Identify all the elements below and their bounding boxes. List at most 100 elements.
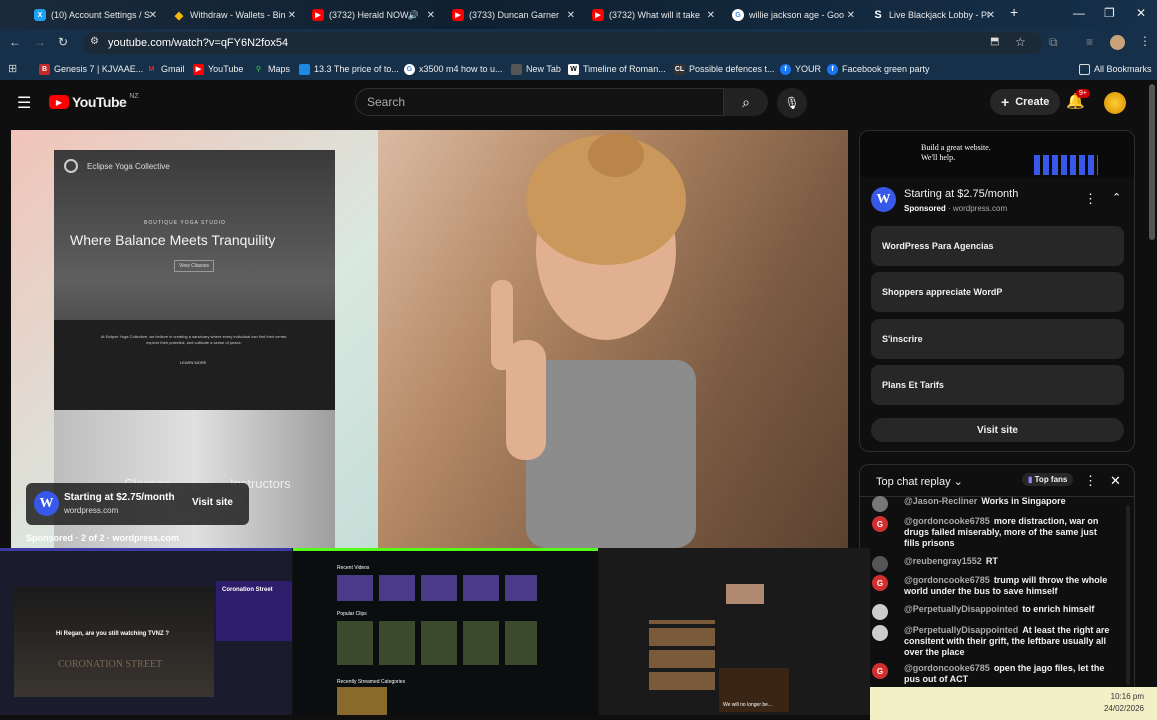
close-icon[interactable]: ✕: [567, 10, 575, 21]
tab-title: (10) Account Settings / S: [51, 10, 151, 20]
collapse-icon[interactable]: ⌃: [1112, 191, 1121, 204]
close-icon[interactable]: ✕: [427, 10, 435, 21]
bookmark-star-icon[interactable]: ☆: [1015, 35, 1026, 49]
ad-banner[interactable]: Build a great website. We'll help.: [860, 131, 1134, 177]
chat-message-body: @Jason-Recliner Works in Singapore: [904, 496, 1112, 507]
bookmark-label: YOUR: [795, 64, 822, 74]
reload-icon[interactable]: ↻: [58, 35, 68, 49]
chat-close-icon[interactable]: ✕: [1110, 473, 1121, 489]
yoga-blurb: At Eclipse Yoga Collective, we believe i…: [100, 334, 288, 345]
avatar[interactable]: [1104, 92, 1126, 114]
close-icon[interactable]: ✕: [149, 10, 157, 21]
visit-site-button[interactable]: Visit site: [871, 418, 1124, 442]
bookmark-newtab[interactable]: New Tab: [511, 62, 561, 76]
chat-message-body: @PerpetuallyDisappointed At least the rig…: [904, 625, 1112, 658]
bookmark-price[interactable]: 13.3 The price of to...: [299, 62, 399, 76]
yoga-cta: View Classes: [174, 260, 214, 272]
chat-author[interactable]: @gordoncooke6785: [904, 516, 990, 526]
video-player[interactable]: Eclipse Yoga Collective BOUTIQUE YOGA ST…: [11, 130, 848, 548]
hamburger-menu-icon[interactable]: ☰: [17, 93, 31, 113]
create-button[interactable]: + Create: [990, 89, 1061, 115]
address-bar[interactable]: ⚙ youtube.com/watch?v=qFY6N2fox54 ⬒ ☆: [83, 32, 1043, 54]
chat-header: Top chat replay ⌄ ▮ Top fans ⋮ ✕: [860, 465, 1134, 497]
ad-link-3[interactable]: Plans Et Tarifs: [871, 365, 1124, 405]
thumbnail-window-tvnz[interactable]: Hi Regan, are you still watching TVNZ ? …: [0, 548, 292, 715]
top-fans-label: Top fans: [1034, 475, 1068, 484]
profile-avatar[interactable]: [1110, 35, 1125, 50]
search-input[interactable]: Search: [355, 88, 724, 116]
tab-2[interactable]: ▶ (3732) Herald NOW 🔊 ✕: [306, 3, 439, 27]
chat-author[interactable]: @gordoncooke6785: [904, 575, 990, 585]
tab-4[interactable]: ▶ (3732) What will it take ✕: [586, 3, 719, 27]
visit-site-button[interactable]: Visit site: [182, 492, 243, 513]
close-icon[interactable]: ✕: [987, 10, 995, 21]
chat-author[interactable]: @reubengray1552: [904, 556, 982, 566]
chat-scrollbar[interactable]: [1126, 505, 1130, 685]
folder-icon: [1079, 63, 1090, 75]
bookmark-youtube[interactable]: ▶ YouTube: [193, 62, 243, 76]
minimize-icon[interactable]: —: [1073, 6, 1085, 20]
avatar: G: [872, 516, 888, 532]
restore-icon[interactable]: ❐: [1104, 6, 1115, 20]
bookmark-x3500[interactable]: Gx3500 m4 how to u...: [404, 62, 503, 76]
install-icon[interactable]: ⬒: [990, 36, 999, 47]
tab-3[interactable]: ▶ (3733) Duncan Garner ✕: [446, 3, 579, 27]
ad-link-1[interactable]: Shoppers appreciate WordP: [871, 272, 1124, 312]
taskbar-thumbnail-strip: Hi Regan, are you still watching TVNZ ? …: [0, 548, 870, 715]
window-close-icon[interactable]: ✕: [1136, 6, 1146, 20]
ad-link-2[interactable]: S'inscrire: [871, 319, 1124, 359]
notification-count: 9+: [1076, 89, 1090, 98]
ad-link-0[interactable]: WordPress Para Agencias: [871, 226, 1124, 266]
extensions-icon[interactable]: ⧉: [1049, 35, 1058, 50]
bookmark-gmail[interactable]: M Gmail: [146, 62, 185, 76]
presenter-image: [491, 133, 696, 548]
search-button[interactable]: ⌕: [724, 88, 768, 116]
back-icon[interactable]: ←: [9, 35, 21, 49]
media-icon[interactable]: ≡: [1086, 35, 1093, 49]
tab-title: Withdraw - Wallets - Bin: [190, 10, 286, 20]
chat-author[interactable]: @PerpetuallyDisappointed: [904, 604, 1018, 614]
close-icon[interactable]: ✕: [847, 10, 855, 21]
chat-author[interactable]: @gordoncooke6785: [904, 663, 990, 673]
bookmark-defences[interactable]: CL Possible defences t...: [674, 62, 775, 76]
settings-tab-icon: X: [34, 9, 46, 21]
bookmark-your[interactable]: f YOUR: [780, 62, 821, 76]
tab-5[interactable]: G willie jackson age - Goo ✕: [726, 3, 859, 27]
close-icon[interactable]: ✕: [288, 10, 296, 21]
thumbnail-window-kick[interactable]: Recent Videos Popular Clips Recently Str…: [293, 548, 598, 715]
audio-icon[interactable]: 🔊: [408, 10, 419, 21]
chat-options-icon[interactable]: ⋮: [1084, 473, 1097, 489]
voice-search-button[interactable]: 🎙: [777, 88, 807, 118]
top-fans-button[interactable]: ▮ Top fans: [1022, 473, 1074, 486]
menu-icon[interactable]: ⋮: [1139, 34, 1151, 48]
new-tab-icon[interactable]: +: [1010, 4, 1018, 20]
system-clock[interactable]: 10:16 pm 24/02/2026: [1104, 691, 1144, 715]
globe-icon: [511, 63, 522, 75]
thumbnail-side-title: Coronation Street: [222, 587, 273, 593]
bookmark-genesis[interactable]: B Genesis 7 | KJVAAE...: [39, 62, 143, 76]
forward-icon[interactable]: →: [34, 35, 46, 49]
search-placeholder: Search: [367, 95, 406, 109]
tab-1[interactable]: ◆ Withdraw - Wallets - Bin ✕: [167, 3, 300, 27]
chat-author[interactable]: @Jason-Recliner: [904, 496, 977, 506]
youtube-logo[interactable]: ▶ YouTube NZ: [49, 93, 139, 110]
sponsored-label: Sponsored: [904, 204, 946, 213]
tab-title: Live Blackjack Lobby - Pl: [889, 10, 989, 20]
tab-6[interactable]: S Live Blackjack Lobby - Pl ✕: [866, 3, 999, 27]
chat-author[interactable]: @PerpetuallyDisappointed: [904, 625, 1018, 635]
close-icon[interactable]: ✕: [707, 10, 715, 21]
chat-mode-dropdown[interactable]: Top chat replay ⌄: [876, 475, 963, 488]
notifications-button[interactable]: 🔔 9+: [1066, 89, 1090, 111]
youtube-header: ☰ ▶ YouTube NZ Search ⌕ 🎙 + Create 🔔 9+: [0, 80, 1157, 126]
bookmark-facebook[interactable]: f Facebook green party: [827, 62, 930, 76]
site-info-icon[interactable]: ⚙: [90, 36, 99, 47]
apps-icon[interactable]: ⊞: [8, 62, 17, 75]
bookmark-maps[interactable]: ⚲ Maps: [253, 62, 290, 76]
all-bookmarks[interactable]: All Bookmarks: [1079, 62, 1152, 76]
bookmark-timeline[interactable]: W Timeline of Roman...: [568, 62, 666, 76]
page-scrollbar[interactable]: [1149, 84, 1155, 240]
thumbnail-window-chat[interactable]: We will no longer be...: [599, 548, 870, 715]
tab-0[interactable]: X (10) Account Settings / S ✕: [28, 3, 161, 27]
more-options-icon[interactable]: ⋮: [1084, 191, 1097, 207]
ad-overlay[interactable]: W Starting at $2.75/month wordpress.com …: [26, 483, 249, 525]
